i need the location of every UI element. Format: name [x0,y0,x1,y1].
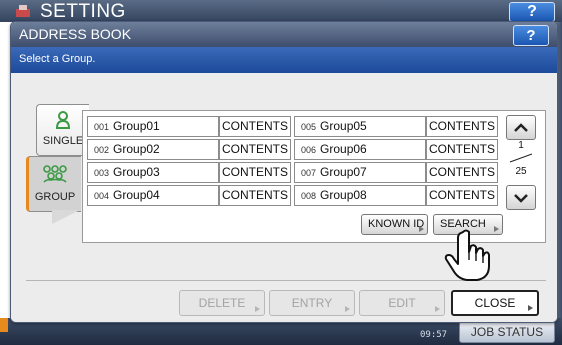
contents-button[interactable]: CONTENTS [426,116,498,137]
dialog-header: ADDRESS BOOK ? [11,22,557,47]
contents-button[interactable]: CONTENTS [219,162,291,183]
person-icon [56,111,70,129]
triangle-icon [435,306,440,312]
status-indicator [0,318,8,332]
triangle-icon [345,306,350,312]
list-item[interactable]: 002 Group02 [87,139,219,160]
setting-help-button[interactable]: ? [509,2,555,22]
triangle-icon [419,226,424,232]
instruction-message: Select a Group. [19,53,96,65]
contents-button[interactable]: CONTENTS [426,139,498,160]
message-bar: Select a Group. [11,47,557,73]
list-item[interactable]: 005 Group05 [294,116,426,137]
setting-icon [16,5,30,17]
tab-connector [52,210,80,224]
delete-button[interactable]: DELETE [179,290,265,316]
chevron-down-icon [514,194,528,203]
scroll-down-button[interactable] [506,185,536,210]
setting-title: SETTING [40,1,126,22]
contents-button[interactable]: CONTENTS [219,139,291,160]
close-label: CLOSE [474,296,516,310]
list-item[interactable]: 001 Group01 [87,116,219,137]
page-divider [509,153,533,163]
edit-button[interactable]: EDIT [359,290,445,316]
contents-button[interactable]: CONTENTS [426,162,498,183]
list-item[interactable]: 006 Group06 [294,139,426,160]
list-item[interactable]: 007 Group07 [294,162,426,183]
scroll-up-button[interactable] [506,115,536,140]
known-id-label: KNOWN ID [368,218,425,230]
close-button[interactable]: CLOSE [451,290,539,316]
help-button[interactable]: ? [513,25,549,46]
known-id-button[interactable]: KNOWN ID [361,214,428,235]
triangle-icon [255,306,260,312]
page-indicator: 1 25 [503,140,539,182]
contents-button[interactable]: CONTENTS [219,185,291,206]
contents-button[interactable]: CONTENTS [219,116,291,137]
job-status-button[interactable]: JOB STATUS [459,321,555,343]
list-item[interactable]: 003 Group03 [87,162,219,183]
total-pages: 25 [515,166,527,177]
list-item[interactable]: 008 Group08 [294,185,426,206]
list-item[interactable]: 004 Group04 [87,185,219,206]
hand-pointer-icon [444,229,490,281]
tab-group[interactable]: GROUP [26,156,81,212]
dialog-title: ADDRESS BOOK [19,26,132,42]
entry-button[interactable]: ENTRY [269,290,355,316]
tab-group-label: GROUP [34,191,76,203]
clock: 09:57 [420,330,448,340]
delete-label: DELETE [198,296,246,310]
chevron-up-icon [514,123,528,132]
entry-label: ENTRY [291,296,333,310]
edit-label: EDIT [388,296,416,310]
group-icon [43,165,67,183]
contents-button[interactable]: CONTENTS [426,185,498,206]
triangle-icon [528,305,533,311]
